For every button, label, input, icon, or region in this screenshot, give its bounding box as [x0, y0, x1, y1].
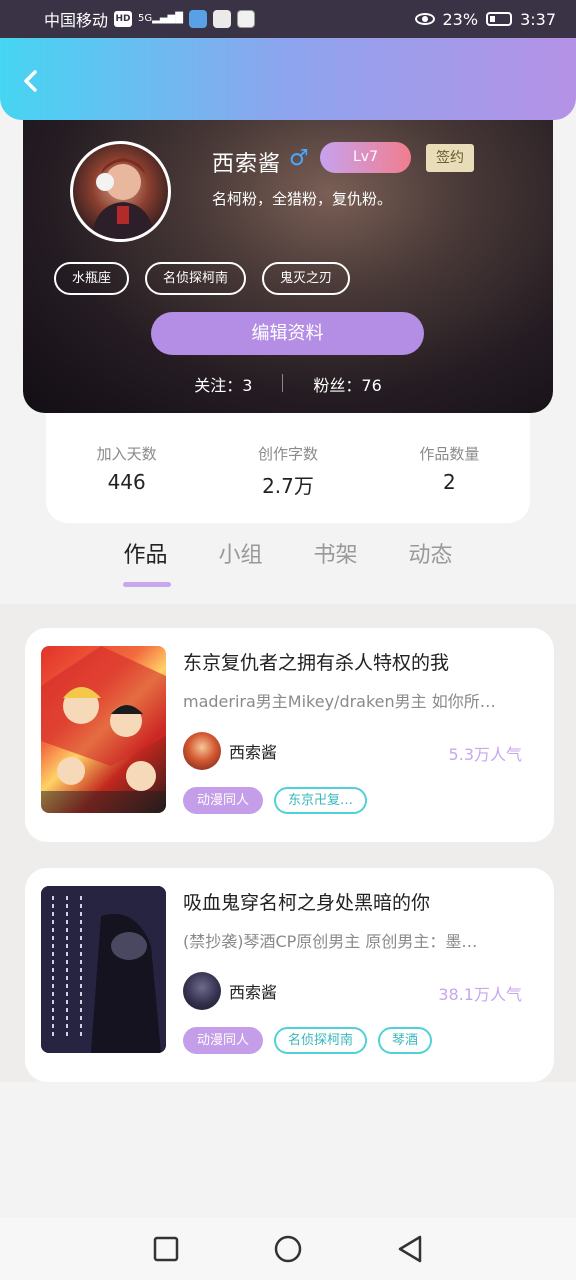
triangle-back-icon [398, 1235, 422, 1263]
username: 西索酱 [212, 152, 282, 177]
stat-label: 创作字数 [257, 445, 318, 463]
signed-badge: 签约 [426, 144, 474, 172]
author-name: 西索酱 [229, 743, 278, 762]
clock: 3:37 [520, 9, 556, 29]
cover-illustration [41, 886, 166, 1053]
author-avatar [183, 732, 221, 770]
work-tag[interactable]: 动漫同人 [183, 787, 264, 814]
works-list: 东京复仇者之拥有杀人特权的我 maderira男主Mikey/draken男主 … [0, 604, 576, 1082]
work-cover-image[interactable] [41, 646, 166, 813]
stats-card: 加入天数 446 创作字数 2.7万 作品数量 2 [46, 405, 530, 523]
work-description: (禁抄袭)琴酒CP原创男主 原创男主：墨… [183, 932, 478, 951]
home-button[interactable] [273, 1234, 303, 1264]
circle-icon [274, 1235, 302, 1263]
system-nav-bar [0, 1218, 576, 1280]
tab-works[interactable]: 作品 [123, 538, 172, 588]
follow-stats: 关注：3 粉丝：76 [23, 372, 553, 396]
work-title: 东京复仇者之拥有杀人特权的我 [183, 652, 450, 674]
work-cover-image[interactable] [41, 886, 166, 1053]
avatar[interactable] [70, 141, 171, 242]
edit-profile-button[interactable]: 编辑资料 [151, 312, 424, 355]
status-right: 23% 3:37 [414, 9, 556, 29]
tab-groups[interactable]: 小组 [218, 538, 262, 588]
signal-icon: 5G▂▄▆█ [138, 13, 183, 24]
mail-notification-icon [212, 10, 231, 28]
tab-label: 作品 [123, 543, 168, 568]
carrier-name: 中国移动 [44, 11, 109, 30]
followers-count[interactable]: 粉丝：76 [313, 372, 381, 396]
work-tags: 动漫同人 名侦探柯南 琴酒 [183, 1027, 433, 1054]
square-icon [153, 1236, 179, 1262]
eye-comfort-icon [414, 13, 435, 25]
popularity-count: 5.3万人气 [448, 745, 522, 764]
work-tags: 动漫同人 东京卍复… [183, 787, 368, 814]
popularity-count: 38.1万人气 [438, 985, 522, 1004]
profile-tag[interactable]: 鬼灭之刃 [262, 262, 351, 295]
back-button[interactable] [18, 68, 44, 94]
divider [282, 374, 284, 392]
profile-tag[interactable]: 名侦探柯南 [145, 262, 247, 295]
bio-text: 名柯粉，全猎粉，复仇粉。 [212, 190, 393, 208]
profile-tags: 水瓶座 名侦探柯南 鬼灭之刃 [54, 262, 351, 295]
following-count[interactable]: 关注：3 [194, 372, 252, 396]
work-description: maderira男主Mikey/draken男主 如你所… [183, 692, 496, 711]
cover-illustration [41, 646, 166, 813]
battery-icon [486, 12, 513, 26]
stat-value: 2 [442, 470, 456, 494]
header-bar [0, 38, 576, 120]
avatar-illustration [91, 158, 155, 239]
back-nav-button[interactable] [395, 1234, 425, 1264]
stat-label: 作品数量 [419, 445, 480, 463]
work-author[interactable]: 西索酱 [183, 732, 277, 770]
author-avatar [183, 972, 221, 1010]
chevron-left-icon [24, 70, 37, 92]
work-card[interactable]: 东京复仇者之拥有杀人特权的我 maderira男主Mikey/draken男主 … [25, 628, 554, 842]
tab-label: 小组 [218, 543, 263, 568]
work-card[interactable]: 吸血鬼穿名柯之身处黑暗的你 (禁抄袭)琴酒CP原创男主 原创男主：墨… 西索酱 … [25, 868, 554, 1082]
male-icon: ♂ [289, 146, 309, 171]
work-tag[interactable]: 东京卍复… [274, 787, 368, 814]
tab-label: 书架 [313, 543, 358, 568]
stat-value: 2.7万 [262, 474, 314, 498]
tab-bookshelf[interactable]: 书架 [314, 538, 358, 588]
work-author[interactable]: 西索酱 [183, 972, 277, 1010]
author-name: 西索酱 [229, 983, 278, 1002]
hd-icon: HD [114, 11, 133, 27]
profile-card: 西索酱 ♂ Lv7 签约 名柯粉，全猎粉，复仇粉。 水瓶座 名侦探柯南 鬼灭之刃… [23, 100, 553, 413]
comic-app-notification-icon [236, 10, 255, 28]
tab-label: 动态 [408, 543, 453, 568]
level-badge: Lv7 [320, 142, 411, 173]
network-type: 5G [138, 13, 153, 24]
battery-percent: 23% [442, 9, 479, 29]
profile-tabs: 作品 小组 书架 动态 [0, 538, 576, 604]
stat-label: 加入天数 [96, 445, 157, 463]
stat-word-count: 创作字数 2.7万 [207, 405, 368, 523]
stat-join-days: 加入天数 446 [46, 405, 207, 523]
recents-button[interactable] [151, 1234, 181, 1264]
tab-indicator [123, 582, 172, 587]
app-notification-icon [188, 10, 207, 28]
stat-value: 446 [107, 470, 146, 494]
tab-activity[interactable]: 动态 [409, 538, 453, 588]
work-tag[interactable]: 动漫同人 [183, 1027, 264, 1054]
status-icons: HD 5G▂▄▆█ [114, 10, 255, 28]
stat-work-count: 作品数量 2 [369, 405, 530, 523]
work-tag[interactable]: 琴酒 [378, 1027, 433, 1054]
work-title: 吸血鬼穿名柯之身处黑暗的你 [183, 892, 431, 914]
profile-tag[interactable]: 水瓶座 [54, 262, 130, 295]
status-bar: 中国移动 HD 5G▂▄▆█ 23% 3:37 [0, 0, 576, 38]
work-tag[interactable]: 名侦探柯南 [274, 1027, 368, 1054]
